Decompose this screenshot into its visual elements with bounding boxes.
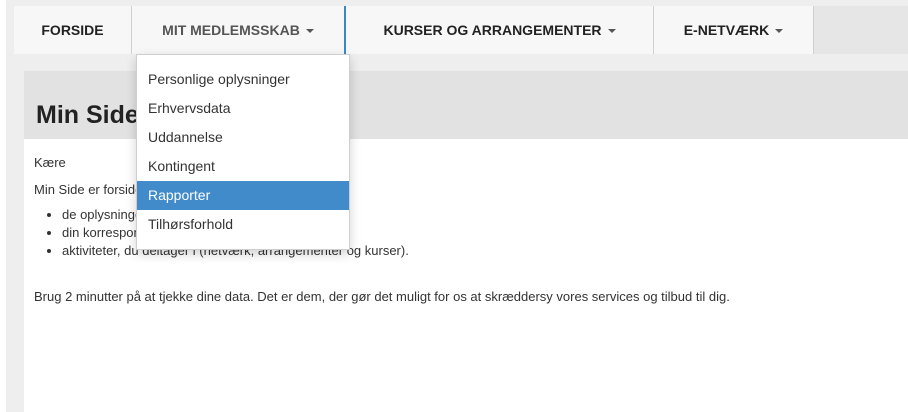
- menu-item-tilhoersforhold[interactable]: Tilhørsforhold: [137, 210, 349, 239]
- nav-mit-medlemsskab[interactable]: MIT MEDLEMSSKAB: [132, 6, 346, 54]
- closing-text: Brug 2 minutter på at tjekke dine data. …: [34, 289, 730, 304]
- nav-forside[interactable]: FORSIDE: [14, 6, 132, 54]
- nav-e-netvaerk[interactable]: E-NETVÆRK: [654, 6, 814, 54]
- nav-mit-medlemsskab-label: MIT MEDLEMSSKAB: [162, 22, 300, 38]
- nav-e-netvaerk-label: E-NETVÆRK: [683, 22, 770, 38]
- menu-item-rapporter[interactable]: Rapporter: [137, 181, 349, 210]
- nav-kurser-label: KURSER OG ARRANGEMENTER: [383, 22, 602, 38]
- main-navbar: FORSIDE MIT MEDLEMSSKAB KURSER OG ARRANG…: [14, 6, 908, 54]
- menu-item-personlige-oplysninger[interactable]: Personlige oplysninger: [137, 65, 349, 94]
- caret-down-icon: [775, 29, 784, 33]
- page-title: Min Side: [36, 101, 139, 129]
- menu-item-uddannelse[interactable]: Uddannelse: [137, 123, 349, 152]
- nav-kurser-og-arrangementer[interactable]: KURSER OG ARRANGEMENTER: [346, 6, 654, 54]
- menu-item-kontingent[interactable]: Kontingent: [137, 152, 349, 181]
- membership-dropdown-menu: Personlige oplysninger Erhvervsdata Udda…: [136, 54, 350, 250]
- caret-down-icon: [607, 29, 616, 33]
- nav-forside-label: FORSIDE: [41, 22, 104, 38]
- menu-item-erhvervsdata[interactable]: Erhvervsdata: [137, 94, 349, 123]
- caret-down-icon: [305, 29, 314, 33]
